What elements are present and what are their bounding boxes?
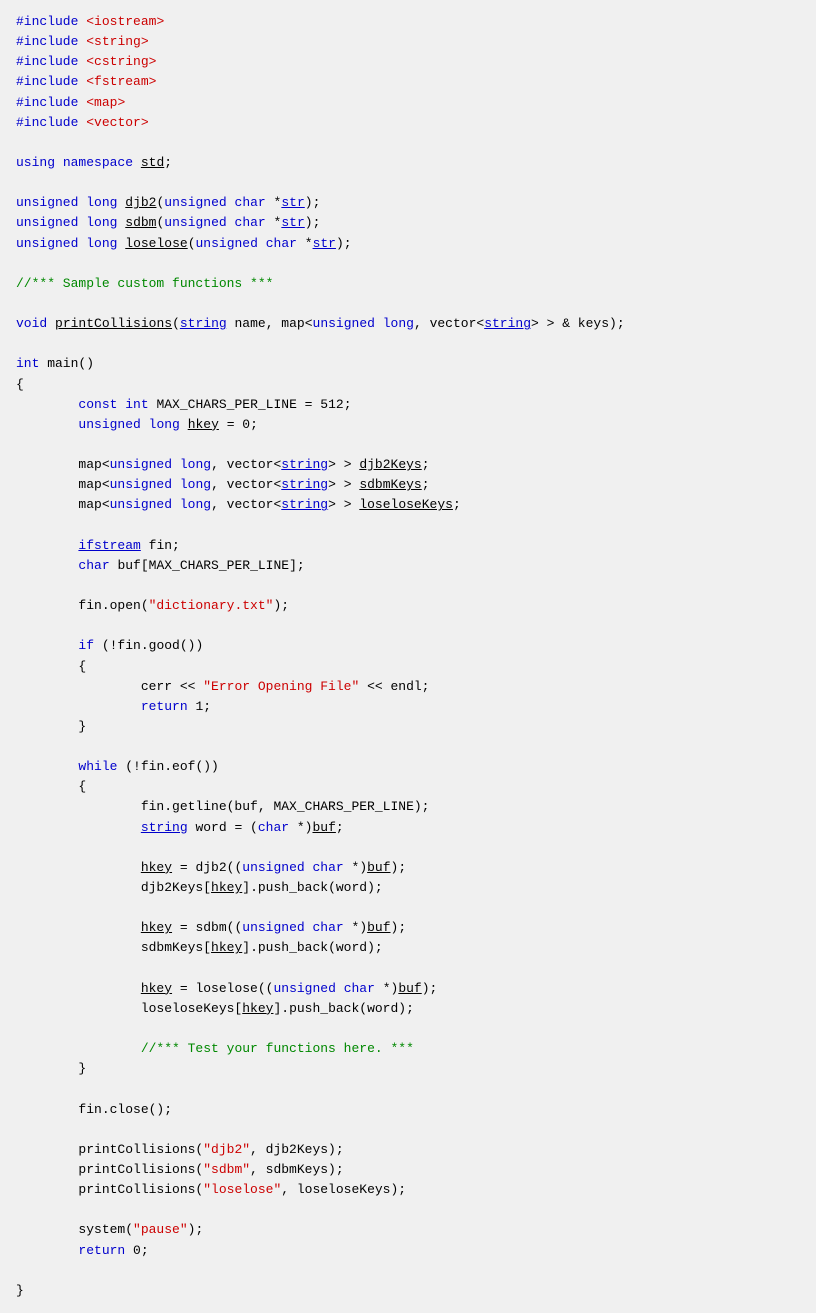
line-19: { [16,377,24,392]
line-50: loseloseKeys[hkey].push_back(word); [16,1001,414,1016]
line-61: system("pause"); [16,1222,203,1237]
line-33: { [16,659,86,674]
line-39: { [16,779,86,794]
line-28: char buf[MAX_CHARS_PER_LINE]; [16,558,305,573]
line-4: #include <fstream> [16,74,156,89]
line-5: #include <map> [16,95,125,110]
line-32: if (!fin.good()) [16,638,203,653]
line-1: #include <iostream> [16,14,164,29]
line-52: //*** Test your functions here. *** [16,1041,414,1056]
line-20: const int MAX_CHARS_PER_LINE = 512; [16,397,352,412]
line-59: printCollisions("loselose", loseloseKeys… [16,1182,406,1197]
line-21: unsigned long hkey = 0; [16,417,258,432]
line-16: void printCollisions(string name, map<un… [16,316,625,331]
line-14: //*** Sample custom functions *** [16,276,273,291]
line-58: printCollisions("sdbm", sdbmKeys); [16,1162,344,1177]
line-44: djb2Keys[hkey].push_back(word); [16,880,383,895]
line-2: #include <string> [16,34,149,49]
line-55: fin.close(); [16,1102,172,1117]
code-editor: #include <iostream> #include <string> #i… [16,12,800,1301]
line-12: unsigned long loselose(unsigned char *st… [16,236,352,251]
line-36: } [16,719,86,734]
line-38: while (!fin.eof()) [16,759,219,774]
line-18: int main() [16,356,94,371]
line-25: map<unsigned long, vector<string> > lose… [16,497,461,512]
line-6: #include <vector> [16,115,149,130]
line-11: unsigned long sdbm(unsigned char *str); [16,215,320,230]
line-43: hkey = djb2((unsigned char *)buf); [16,860,406,875]
line-35: return 1; [16,699,211,714]
line-57: printCollisions("djb2", djb2Keys); [16,1142,344,1157]
line-24: map<unsigned long, vector<string> > sdbm… [16,477,430,492]
line-8: using namespace std; [16,155,172,170]
line-49: hkey = loselose((unsigned char *)buf); [16,981,437,996]
line-34: cerr << "Error Opening File" << endl; [16,679,429,694]
line-3: #include <cstring> [16,54,156,69]
line-46: hkey = sdbm((unsigned char *)buf); [16,920,406,935]
line-41: string word = (char *)buf; [16,820,344,835]
line-40: fin.getline(buf, MAX_CHARS_PER_LINE); [16,799,429,814]
line-53: } [16,1061,86,1076]
line-23: map<unsigned long, vector<string> > djb2… [16,457,430,472]
line-62: return 0; [16,1243,149,1258]
line-64: } [16,1283,24,1298]
line-27: ifstream fin; [16,538,180,553]
line-10: unsigned long djb2(unsigned char *str); [16,195,320,210]
line-47: sdbmKeys[hkey].push_back(word); [16,940,383,955]
line-30: fin.open("dictionary.txt"); [16,598,289,613]
